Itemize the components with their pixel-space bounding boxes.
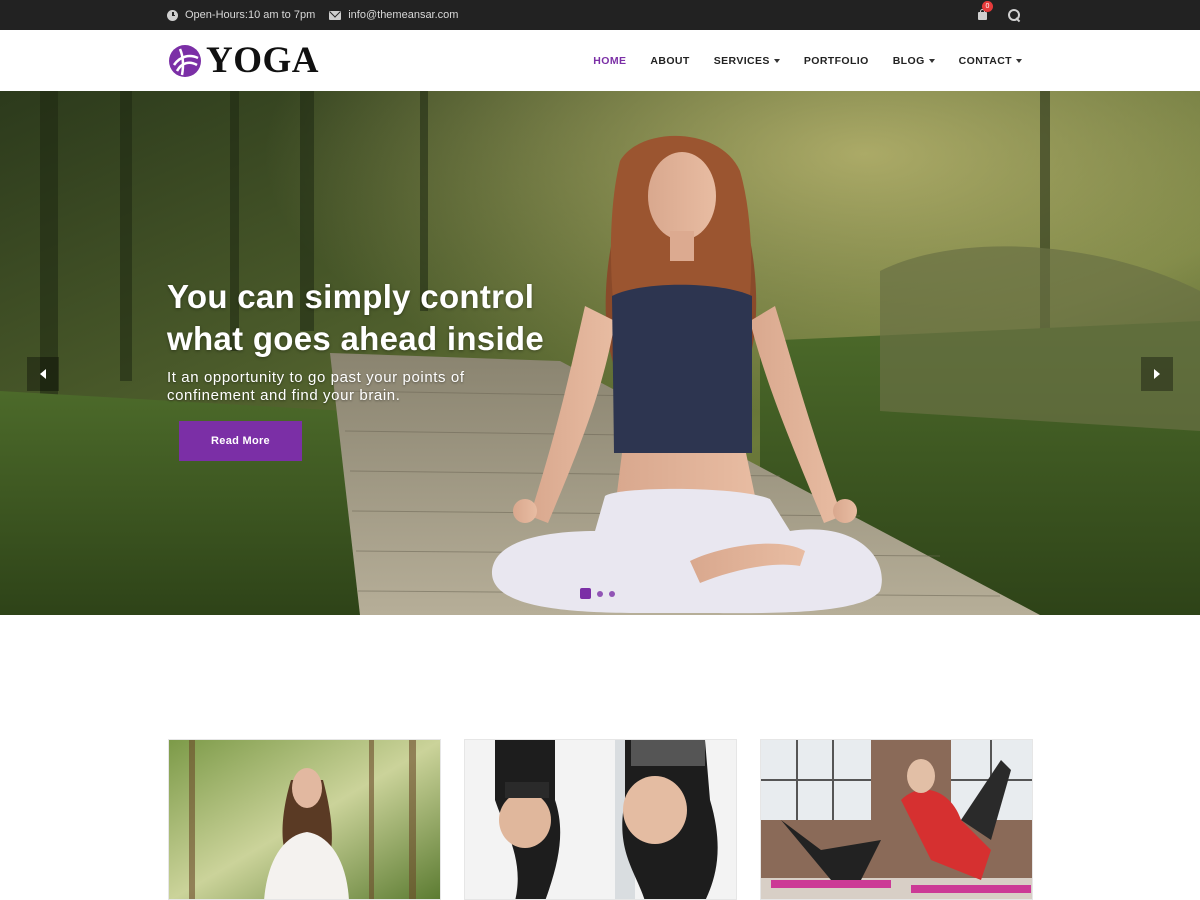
opening-hours: Open-Hours:10 am to 7pm <box>167 9 315 21</box>
nav-about[interactable]: ABOUT <box>650 55 689 67</box>
caret-down-icon <box>1016 58 1022 63</box>
caret-down-icon <box>928 58 935 63</box>
logo-text: YOGA <box>206 40 319 81</box>
nav-blog[interactable]: BLOG <box>893 55 935 67</box>
chevron-left-icon <box>40 369 46 379</box>
top-bar: Open-Hours:10 am to 7pm info@themeansar.… <box>0 0 1200 30</box>
service-card-image-2[interactable] <box>464 739 737 900</box>
nav-services[interactable]: SERVICES <box>714 55 780 67</box>
mail-icon <box>329 10 342 20</box>
fitness-class-photo <box>761 740 1032 899</box>
contact-info: Open-Hours:10 am to 7pm info@themeansar.… <box>167 0 458 30</box>
opening-hours-text: Open-Hours:10 am to 7pm <box>185 9 316 21</box>
slider-prev-button[interactable] <box>27 357 59 391</box>
site-logo[interactable]: YOGA <box>168 40 319 81</box>
clock-icon <box>167 9 178 21</box>
slider-dot-1[interactable] <box>580 588 591 599</box>
caret-down-icon <box>773 58 780 63</box>
hero-subtitle: It an opportunity to go past your points… <box>167 369 465 404</box>
hero-slider: You can simply control what goes ahead i… <box>0 91 1200 615</box>
slider-dot-2[interactable] <box>597 590 603 597</box>
topbar-actions: 0 <box>976 0 1020 30</box>
cart-button[interactable]: 0 <box>976 1 993 23</box>
read-more-button[interactable]: Read More <box>179 421 302 461</box>
slider-dot-3[interactable] <box>609 590 615 597</box>
service-card-image-3[interactable] <box>760 739 1033 900</box>
nav-contact[interactable]: CONTACT <box>959 55 1022 67</box>
service-card-image-1[interactable] <box>168 739 441 900</box>
cart-count-badge: 0 <box>982 1 993 12</box>
site-header: YOGA HOME ABOUT SERVICES PORTFOLIO BLOG … <box>0 30 1200 91</box>
chevron-right-icon <box>1154 369 1160 379</box>
email-text[interactable]: info@themeansar.com <box>348 9 458 21</box>
meditation-photo <box>169 740 440 899</box>
main-nav: HOME ABOUT SERVICES PORTFOLIO BLOG CONTA… <box>593 30 1022 91</box>
nav-portfolio[interactable]: PORTFOLIO <box>804 55 869 67</box>
hero-title: You can simply control what goes ahead i… <box>167 278 545 357</box>
prenatal-yoga-photo <box>465 740 736 899</box>
slider-dots <box>580 588 615 599</box>
search-icon[interactable] <box>1008 9 1020 21</box>
logo-mark-icon <box>169 45 201 77</box>
slider-next-button[interactable] <box>1141 357 1173 391</box>
email-contact[interactable]: info@themeansar.com <box>329 9 458 21</box>
nav-home[interactable]: HOME <box>593 55 626 67</box>
